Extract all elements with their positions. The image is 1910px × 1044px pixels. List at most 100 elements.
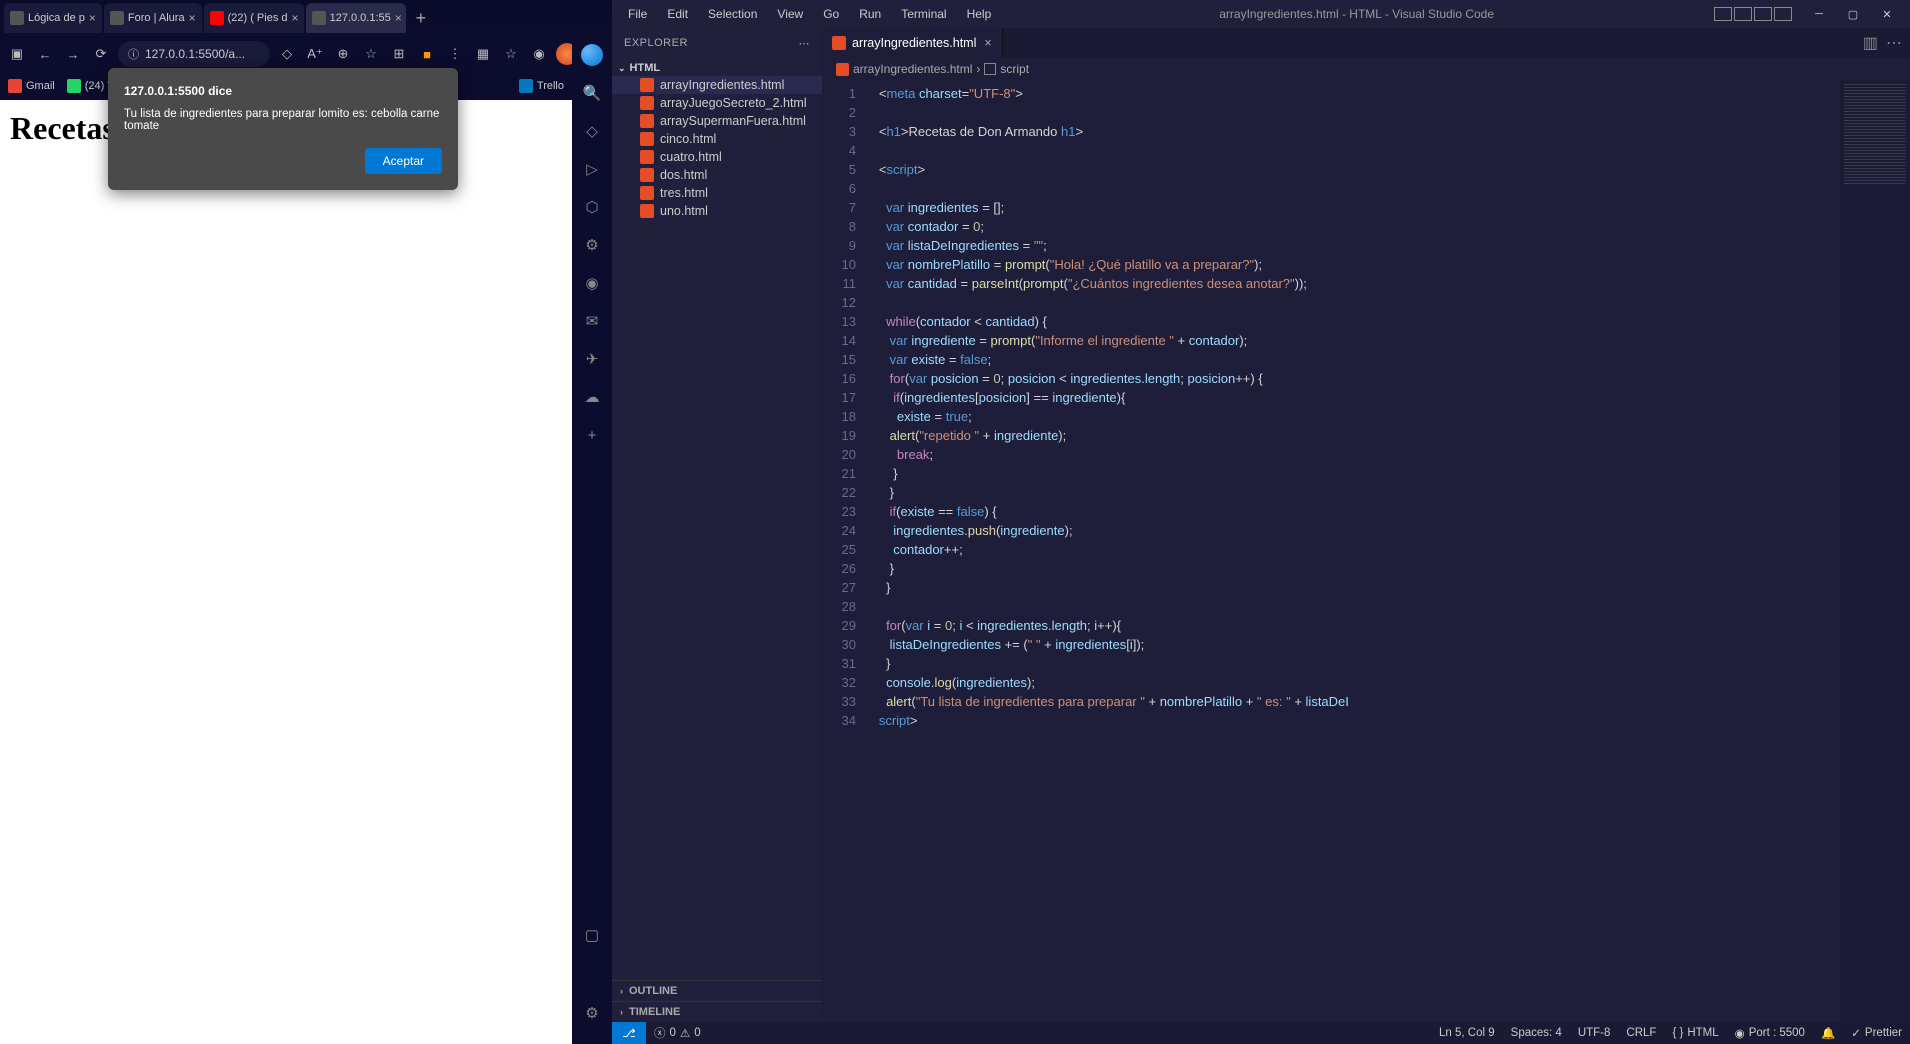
close-icon[interactable]: × [984,36,991,50]
html-file-icon [836,63,849,76]
bookmark-trello[interactable]: Trello [519,79,564,93]
menu-view[interactable]: View [769,7,811,21]
collections-icon[interactable]: ⊞ [388,43,410,65]
file-item[interactable]: cuatro.html [612,148,822,166]
address-bar[interactable]: ⓘ 127.0.0.1:5500/a... [118,41,270,67]
menu-terminal[interactable]: Terminal [893,7,954,21]
shopping-icon[interactable]: ◇ [581,120,603,142]
more-icon[interactable]: ⋯ [799,37,811,50]
info-icon: ⓘ [128,46,139,62]
forward-icon[interactable]: → [62,43,84,65]
status-port[interactable]: ◉Port : 5500 [1727,1026,1813,1040]
browser-tab[interactable]: Lógica de p× [4,3,102,33]
close-icon[interactable]: × [189,11,196,25]
file-name: cuatro.html [660,150,722,164]
add-icon[interactable]: + [581,424,603,446]
search-icon[interactable]: 🔍 [581,82,603,104]
status-encoding[interactable]: UTF-8 [1570,1027,1619,1039]
gear-icon[interactable]: ⚙ [581,1002,603,1024]
editor-actions: ▥ ⋯ [1855,28,1910,58]
tools-icon[interactable]: ⚙ [581,234,603,256]
alert-accept-button[interactable]: Aceptar [365,148,442,174]
file-item[interactable]: arrayIngredientes.html [612,76,822,94]
close-icon[interactable]: × [292,11,299,25]
menu-file[interactable]: File [620,7,655,21]
new-tab-button[interactable]: + [408,8,435,29]
close-icon[interactable]: ✕ [1872,4,1902,24]
breadcrumb[interactable]: arrayIngredientes.html › script [822,58,1910,80]
extension-icon[interactable]: ◉ [528,43,550,65]
code-content[interactable]: <meta charset="UTF-8"> <h1>Recetas de Do… [868,80,1840,1022]
favicon-icon [110,11,124,25]
file-item[interactable]: uno.html [612,202,822,220]
tab-actions-icon[interactable]: ▣ [6,43,28,65]
file-item[interactable]: arrayJuegoSecreto_2.html [612,94,822,112]
minimize-icon[interactable]: ─ [1804,4,1834,24]
menu-help[interactable]: Help [959,7,1000,21]
layout-icon[interactable] [1714,7,1732,21]
panel-icon[interactable]: ▢ [581,924,603,946]
file-item[interactable]: cinco.html [612,130,822,148]
tab-label: (22) ( Pies d [228,12,288,24]
status-spaces[interactable]: Spaces: 4 [1503,1027,1570,1039]
file-item[interactable]: arraySupermanFuera.html [612,112,822,130]
file-item[interactable]: tres.html [612,184,822,202]
explorer-panel: EXPLORER ⋯ ⌄ HTML arrayIngredientes.html… [612,28,822,1022]
vscode-window: File Edit Selection View Go Run Terminal… [612,0,1910,1044]
outline-section[interactable]: ›OUTLINE [612,980,822,1001]
menu-selection[interactable]: Selection [700,7,765,21]
split-icon[interactable]: ▥ [1863,33,1878,53]
status-prettier[interactable]: ✓Prettier [1843,1026,1910,1040]
browser-window: Lógica de p× Foro | Alura× (22) ( Pies d… [0,0,612,1044]
folder-name: HTML [630,62,661,74]
timeline-section[interactable]: ›TIMELINE [612,1001,822,1022]
extension-icon[interactable]: ■ [416,43,438,65]
status-errors[interactable]: ⓧ0⚠0 [646,1025,709,1041]
layout-icon[interactable] [1734,7,1752,21]
extension-icon[interactable]: ▦ [472,43,494,65]
more-icon[interactable]: ⋯ [1886,33,1902,53]
bookmark-label: Trello [537,80,564,92]
close-icon[interactable]: × [395,11,402,25]
status-lang[interactable]: { }HTML [1664,1027,1726,1039]
back-icon[interactable]: ← [34,43,56,65]
status-notifications[interactable]: 🔔 [1813,1026,1843,1040]
minimap[interactable] [1840,80,1910,1022]
file-item[interactable]: dos.html [612,166,822,184]
bookmark-label: Gmail [26,80,55,92]
remote-icon[interactable]: ⎇ [612,1022,646,1044]
maximize-icon[interactable]: ▢ [1838,4,1868,24]
menu-run[interactable]: Run [851,7,889,21]
extension-icon[interactable]: ☆ [500,43,522,65]
tools-icon[interactable]: ◉ [581,272,603,294]
tools-icon[interactable]: ▷ [581,158,603,180]
layout-icon[interactable] [1754,7,1772,21]
tab-label: 127.0.0.1:55 [330,12,391,24]
layout-icon[interactable] [1774,7,1792,21]
browser-tab[interactable]: (22) ( Pies d × [204,3,304,33]
price-tag-icon[interactable]: ◇ [276,43,298,65]
cloud-icon[interactable]: ☁ [581,386,603,408]
status-eol[interactable]: CRLF [1618,1027,1664,1039]
folder-header[interactable]: ⌄ HTML [612,60,822,76]
browser-tab[interactable]: Foro | Alura× [104,3,202,33]
status-cursor[interactable]: Ln 5, Col 9 [1431,1027,1503,1039]
alert-message: Tu lista de ingredientes para preparar l… [124,108,442,132]
games-icon[interactable]: ⬡ [581,196,603,218]
send-icon[interactable]: ✈ [581,348,603,370]
bookmark-gmail[interactable]: Gmail [8,79,55,93]
browser-tab-active[interactable]: 127.0.0.1:55 × [306,3,406,33]
read-aloud-icon[interactable]: A⁺ [304,43,326,65]
close-icon[interactable]: × [89,11,96,25]
extension-icon[interactable]: ⋮ [444,43,466,65]
menu-edit[interactable]: Edit [659,7,696,21]
copilot-icon[interactable] [581,44,603,66]
tools-icon[interactable]: ✉ [581,310,603,332]
menu-go[interactable]: Go [815,7,847,21]
refresh-icon[interactable]: ⟳ [90,43,112,65]
zoom-icon[interactable]: ⊕ [332,43,354,65]
favorites-icon[interactable]: ☆ [360,43,382,65]
minimap-content [1844,84,1906,184]
code-editor[interactable]: 1234567891011121314151617181920212223242… [822,80,1910,1022]
editor-tab[interactable]: arrayIngredientes.html × [822,28,1003,58]
